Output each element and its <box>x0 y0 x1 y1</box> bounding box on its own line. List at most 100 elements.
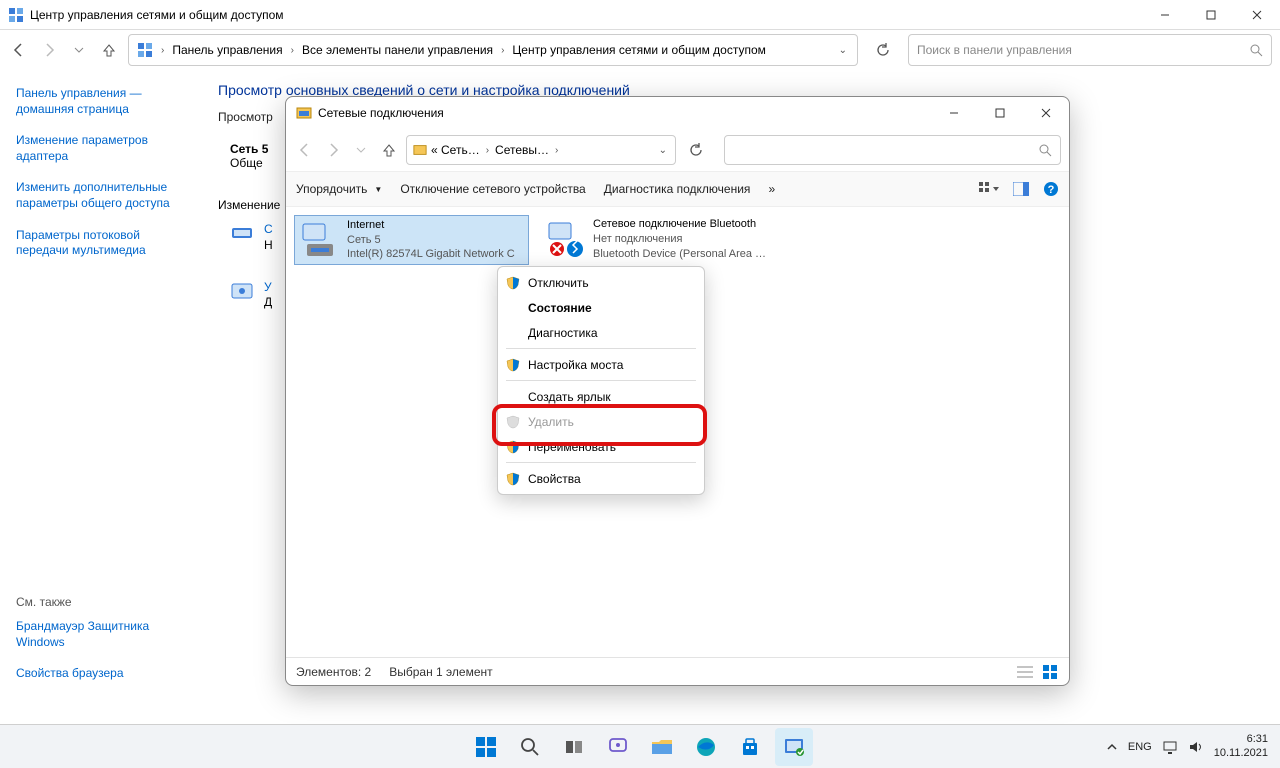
sidebar-link-home[interactable]: Панель управления — домашняя страница <box>16 86 194 117</box>
taskbar-store[interactable] <box>731 728 769 766</box>
minimize-button[interactable] <box>1142 0 1188 30</box>
tray-language[interactable]: ENG <box>1128 741 1152 753</box>
chevron-right-icon: › <box>486 145 489 156</box>
ctx-disable[interactable]: Отключить <box>498 270 704 295</box>
taskbar: ENG 6:31 10.11.2021 <box>0 724 1280 768</box>
toolbar-organize[interactable]: Упорядочить▼ <box>296 182 382 196</box>
taskbar-explorer[interactable] <box>643 728 681 766</box>
sidebar-link-firewall[interactable]: Брандмауэр Защитника Windows <box>16 619 196 650</box>
tray-overflow-icon[interactable] <box>1106 741 1118 753</box>
context-menu: Отключить Состояние Диагностика Настройк… <box>497 266 705 495</box>
bluetooth-icon <box>543 217 587 261</box>
toolbar-more[interactable]: » <box>768 182 775 196</box>
inner-breadcrumb[interactable]: « Сеть… › Сетевы… › ⌄ <box>406 135 676 165</box>
inner-back-button[interactable] <box>294 139 316 161</box>
ethernet-icon <box>297 218 341 262</box>
taskbar-edge[interactable] <box>687 728 725 766</box>
status-elements-count: Элементов: 2 <box>296 665 371 679</box>
back-button[interactable] <box>8 39 30 61</box>
search-icon <box>1249 43 1263 57</box>
breadcrumb[interactable]: › Панель управления › Все элементы панел… <box>128 34 858 66</box>
search-input[interactable]: Поиск в панели управления <box>908 34 1272 66</box>
start-button[interactable] <box>467 728 505 766</box>
inner-maximize-button[interactable] <box>977 98 1023 128</box>
shield-icon <box>506 415 520 429</box>
recent-dropdown[interactable] <box>68 39 90 61</box>
troubleshoot-icon <box>230 280 254 304</box>
preview-pane-icon[interactable] <box>1013 182 1029 196</box>
ctx-bridge[interactable]: Настройка моста <box>498 352 704 377</box>
close-button[interactable] <box>1234 0 1280 30</box>
main-nav-row: › Панель управления › Все элементы панел… <box>0 30 1280 70</box>
status-selected-count: Выбран 1 элемент <box>389 665 492 679</box>
chevron-down-icon[interactable]: ⌄ <box>659 145 667 156</box>
separator <box>506 348 696 349</box>
ctx-shortcut[interactable]: Создать ярлык <box>498 384 704 409</box>
taskbar-taskview[interactable] <box>555 728 593 766</box>
chevron-right-icon: › <box>161 45 164 56</box>
taskbar-control-panel[interactable] <box>775 728 813 766</box>
toolbar-disable-device[interactable]: Отключение сетевого устройства <box>400 182 585 196</box>
shield-icon <box>506 472 520 486</box>
ctx-properties[interactable]: Свойства <box>498 466 704 491</box>
up-button[interactable] <box>98 39 120 61</box>
ctx-rename[interactable]: Переименовать <box>498 434 704 459</box>
svg-text:?: ? <box>1048 184 1055 196</box>
inner-refresh-button[interactable] <box>682 134 710 166</box>
large-icons-view-icon[interactable] <box>1043 665 1059 679</box>
separator <box>506 380 696 381</box>
shield-icon <box>506 440 520 454</box>
main-title: Центр управления сетями и общим доступом <box>30 8 284 22</box>
inner-close-button[interactable] <box>1023 98 1069 128</box>
sidebar-link-adapter[interactable]: Изменение параметров адаптера <box>16 133 194 164</box>
taskbar-chat[interactable] <box>599 728 637 766</box>
chevron-right-icon: › <box>555 145 558 156</box>
inner-crumb-2[interactable]: Сетевы… <box>495 143 549 157</box>
ctx-delete: Удалить <box>498 409 704 434</box>
fragment-text: Д <box>264 295 272 309</box>
tray-clock[interactable]: 6:31 10.11.2021 <box>1214 733 1268 759</box>
maximize-button[interactable] <box>1188 0 1234 30</box>
tray-volume-icon[interactable] <box>1188 740 1204 754</box>
forward-button[interactable] <box>38 39 60 61</box>
refresh-button[interactable] <box>866 34 900 66</box>
conn-status: Сеть 5 <box>347 233 515 248</box>
sidebar-link-streaming[interactable]: Параметры потоковой передачи мультимедиа <box>16 228 194 259</box>
breadcrumb-level1[interactable]: Панель управления <box>172 43 282 57</box>
inner-crumb-1[interactable]: « Сеть… <box>431 143 480 157</box>
main-titlebar: Центр управления сетями и общим доступом <box>0 0 1280 30</box>
ctx-diagnose[interactable]: Диагностика <box>498 320 704 345</box>
separator <box>506 462 696 463</box>
shield-icon <box>506 276 520 290</box>
inner-up-button[interactable] <box>378 139 400 161</box>
fragment-text[interactable]: С <box>264 222 273 238</box>
shield-icon <box>506 358 520 372</box>
sidebar-link-browser-props[interactable]: Свойства браузера <box>16 666 196 682</box>
inner-recent-dropdown[interactable] <box>350 139 372 161</box>
inner-forward-button[interactable] <box>322 139 344 161</box>
conn-device: Intel(R) 82574L Gigabit Network C <box>347 247 515 262</box>
sidebar-link-advanced-sharing[interactable]: Изменить дополнительные параметры общего… <box>16 180 194 211</box>
toolbar-diagnose[interactable]: Диагностика подключения <box>604 182 751 196</box>
conn-status: Нет подключения <box>593 232 766 247</box>
connection-item-bluetooth[interactable]: Сетевое подключение Bluetooth Нет подклю… <box>541 215 776 265</box>
network-center-icon <box>8 7 24 23</box>
help-icon[interactable]: ? <box>1043 181 1059 197</box>
inner-search-input[interactable] <box>724 135 1061 165</box>
see-also-title: См. также <box>16 595 196 609</box>
tray-network-icon[interactable] <box>1162 740 1178 754</box>
taskbar-search[interactable] <box>511 728 549 766</box>
network-folder-icon <box>413 143 427 157</box>
breadcrumb-level3[interactable]: Центр управления сетями и общим доступом <box>512 43 766 57</box>
fragment-text[interactable]: У <box>264 280 272 296</box>
ctx-status[interactable]: Состояние <box>498 295 704 320</box>
details-view-icon[interactable] <box>1017 665 1033 679</box>
sidebar: Панель управления — домашняя страница Из… <box>0 70 210 768</box>
network-center-icon <box>137 42 153 58</box>
view-options-icon[interactable] <box>979 182 999 196</box>
inner-minimize-button[interactable] <box>931 98 977 128</box>
breadcrumb-level2[interactable]: Все элементы панели управления <box>302 43 493 57</box>
inner-title: Сетевые подключения <box>318 106 444 120</box>
connection-item-internet[interactable]: Internet Сеть 5 Intel(R) 82574L Gigabit … <box>294 215 529 265</box>
chevron-down-icon[interactable]: ⌄ <box>839 45 847 56</box>
